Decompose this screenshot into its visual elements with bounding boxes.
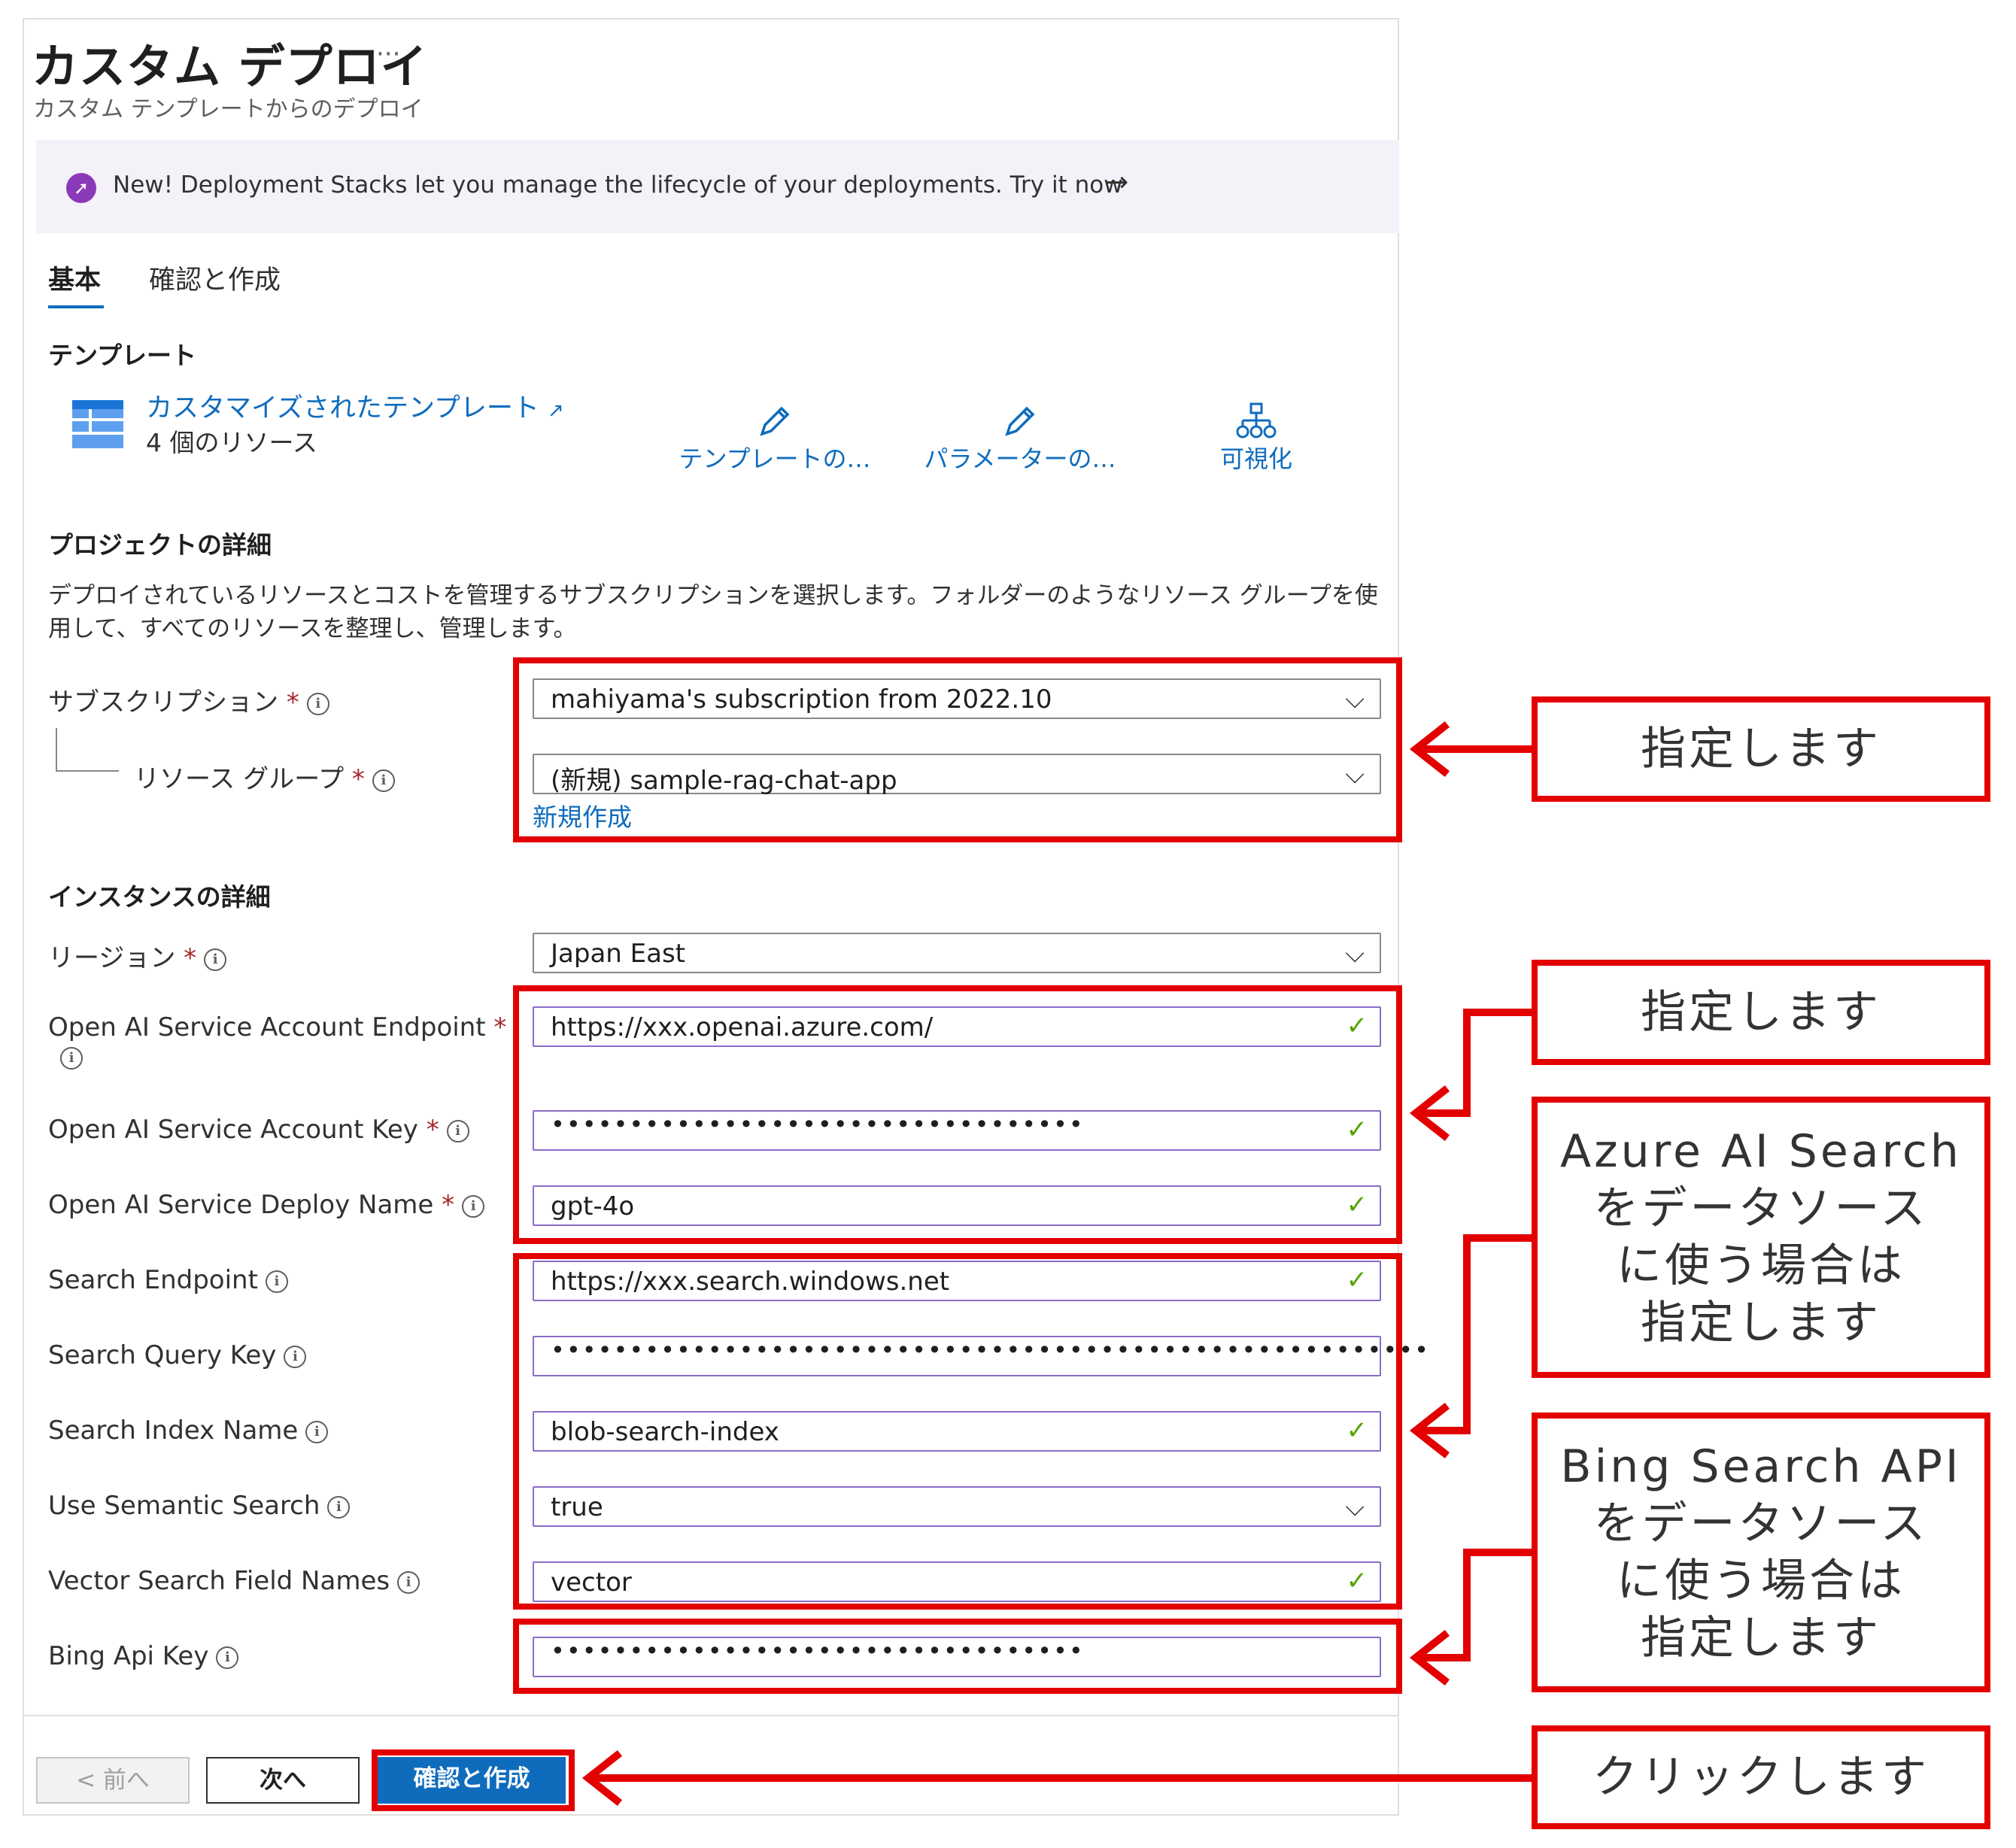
annotation-arrows — [581, 721, 1535, 1807]
